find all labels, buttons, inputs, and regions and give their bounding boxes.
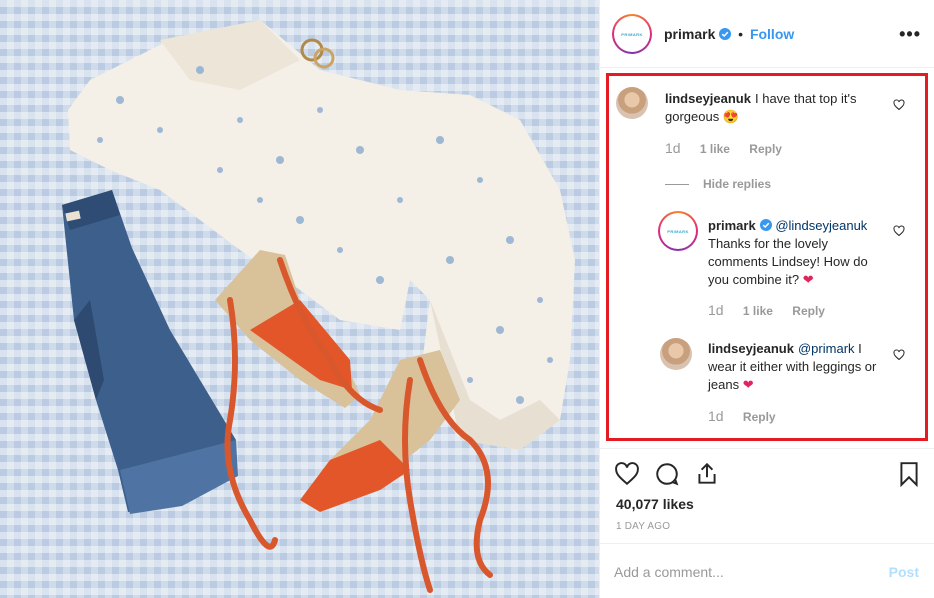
outfit-flatlay-image (62, 20, 575, 593)
reply-mention[interactable]: @lindseyjeanuk (775, 218, 867, 233)
reply-body: lindseyjeanuk @primark I wear it either w… (708, 340, 888, 394)
author-avatar[interactable]: PRIMARK (612, 14, 652, 54)
reply-username[interactable]: primark (708, 218, 756, 233)
add-comment-input[interactable] (614, 562, 864, 582)
follow-button[interactable]: Follow (750, 26, 794, 42)
comment-username[interactable]: lindseyjeanuk (665, 91, 751, 106)
comments-thread-highlight: lindseyjeanuk I have that top it's gorgeo… (606, 73, 928, 441)
reply-meta: 1d Reply (708, 408, 792, 424)
share-icon[interactable] (694, 461, 720, 487)
post-photo[interactable] (0, 0, 599, 598)
author-username[interactable]: primark (664, 26, 715, 42)
like-heart-icon[interactable] (614, 461, 640, 487)
post-actions: 40,077 likes 1 DAY AGO (600, 448, 934, 542)
like-reply-heart-icon[interactable] (893, 225, 905, 237)
post-comment-button[interactable]: Post (889, 564, 919, 580)
verified-badge-icon (759, 219, 772, 231)
brand-logo: PRIMARK (667, 228, 689, 234)
more-options-icon[interactable]: ••• (899, 24, 921, 45)
bookmark-icon[interactable] (896, 461, 922, 487)
reply-meta: 1d 1 like Reply (708, 302, 841, 318)
like-comment-heart-icon[interactable] (893, 99, 905, 111)
reply-text: Thanks for the lovely comments Lindsey! … (708, 236, 868, 287)
post-header: PRIMARK primark • Follow ••• (600, 0, 934, 68)
verified-badge-icon (719, 28, 732, 40)
comment-age: 1d (665, 140, 681, 156)
comment-body: lindseyjeanuk I have that top it's gorgeo… (665, 90, 889, 126)
heart-eyes-emoji-icon: 😍 (722, 109, 740, 124)
reply-likes[interactable]: 1 like (743, 304, 773, 318)
red-heart-emoji-icon: ❤ (742, 377, 754, 392)
reply-button[interactable]: Reply (743, 410, 776, 424)
add-comment-bar: Post (600, 543, 934, 598)
hide-replies-button[interactable]: Hide replies (665, 177, 771, 191)
reply-mention[interactable]: @primark (798, 341, 855, 356)
hide-replies-label: Hide replies (703, 177, 772, 191)
comment-meta: 1d 1 like Reply (665, 140, 798, 156)
reply-age: 1d (708, 302, 724, 318)
brand-logo: PRIMARK (621, 31, 643, 37)
separator-dot: • (738, 26, 744, 42)
reply-username[interactable]: lindseyjeanuk (708, 341, 794, 356)
commenter-avatar[interactable] (616, 87, 648, 119)
like-reply-heart-icon[interactable] (893, 349, 905, 361)
comment-bubble-icon[interactable] (654, 461, 680, 487)
post-side-panel: PRIMARK primark • Follow ••• lindseyjean… (599, 0, 934, 598)
reply-author-avatar[interactable] (660, 338, 692, 370)
reply-body: primark @lindseyjeanuk Thanks for the lo… (708, 217, 888, 289)
post-timestamp[interactable]: 1 DAY AGO (616, 521, 670, 532)
likes-count[interactable]: 40,077 likes (616, 496, 694, 512)
comment-likes[interactable]: 1 like (700, 142, 730, 156)
reply-age: 1d (708, 408, 724, 424)
red-heart-emoji-icon: ❤ (802, 272, 814, 287)
reply-author-avatar[interactable]: PRIMARK (658, 211, 698, 251)
hide-replies-line (665, 184, 689, 186)
reply-button[interactable]: Reply (792, 304, 825, 318)
reply-button[interactable]: Reply (749, 142, 782, 156)
